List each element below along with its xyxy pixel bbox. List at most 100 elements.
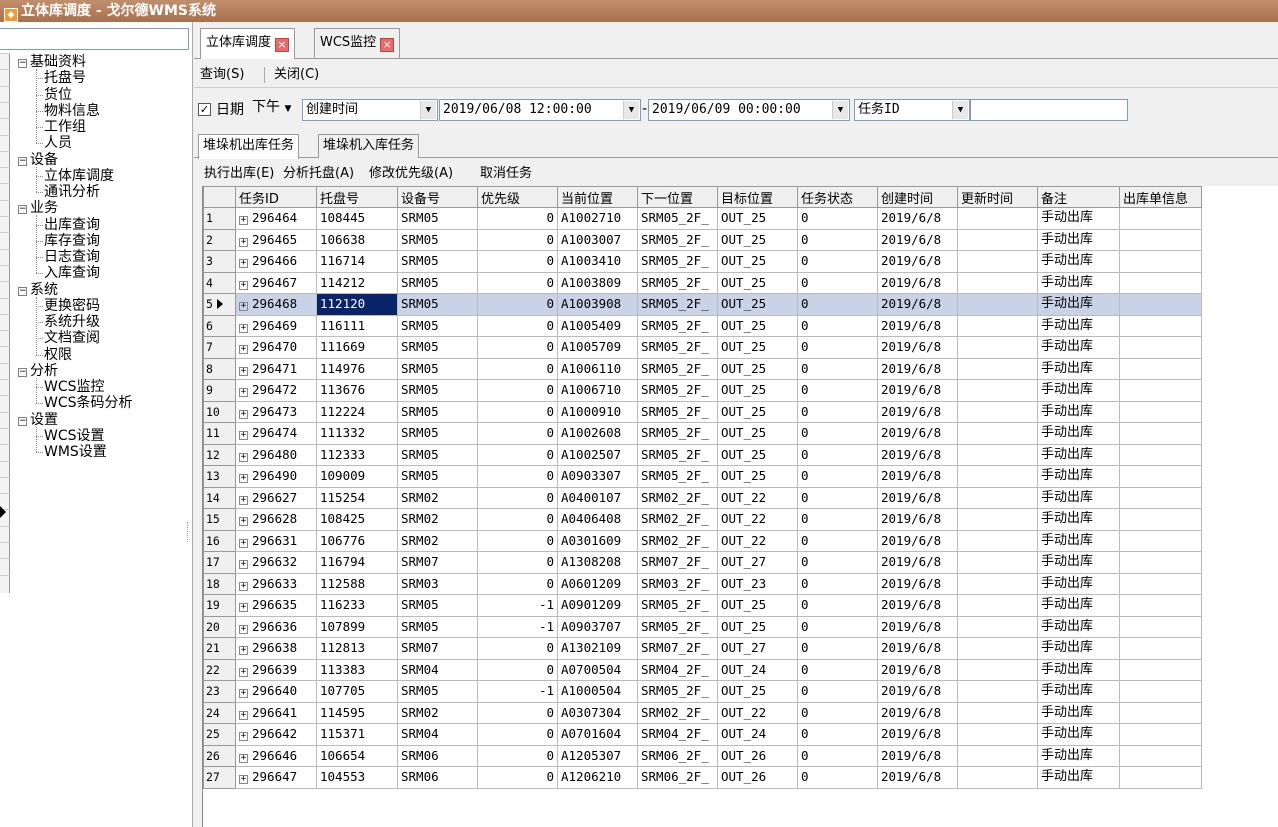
cell-order[interactable] (1119, 443, 1202, 466)
cell-updated[interactable] (957, 637, 1038, 660)
cell-note[interactable]: 手动出库 (1037, 422, 1120, 445)
cell-order[interactable] (1119, 572, 1202, 595)
cell-updated[interactable] (957, 465, 1038, 488)
cell-pri[interactable]: 0 (477, 228, 558, 251)
time-field-select[interactable]: 创建时间 ▼ (302, 99, 438, 121)
cell-status[interactable]: 0 (797, 465, 878, 488)
cell-cur[interactable]: A0903707 (557, 615, 638, 638)
cell-id[interactable]: +296628 (235, 508, 317, 531)
cell-id[interactable]: +296636 (235, 615, 317, 638)
cell-status[interactable]: 0 (797, 551, 878, 574)
cell-order[interactable] (1119, 228, 1202, 251)
close-icon[interactable]: × (380, 38, 395, 52)
cell-target[interactable]: OUT_25 (717, 443, 798, 466)
cell-status[interactable]: 0 (797, 680, 878, 703)
cell-dev[interactable]: SRM05 (397, 336, 478, 359)
cell-note[interactable]: 手动出库 (1037, 572, 1120, 595)
cell-updated[interactable] (957, 766, 1038, 789)
doc-tab[interactable]: 立体库调度 × (200, 28, 296, 59)
collapse-icon[interactable]: − (18, 367, 27, 377)
table-row[interactable]: 2 +296465 106638 SRM05 0 A1003007 SRM05_2F_ OUT… (203, 228, 1202, 251)
cell-status[interactable]: 0 (797, 336, 878, 359)
cell-target[interactable]: OUT_23 (717, 572, 798, 595)
cell-pallet[interactable]: 113676 (316, 379, 398, 402)
cell-target[interactable]: OUT_24 (717, 723, 798, 746)
cell-note[interactable]: 手动出库 (1037, 658, 1120, 681)
cell-cur[interactable]: A1006110 (557, 357, 638, 380)
cell-target[interactable]: OUT_25 (717, 207, 798, 230)
table-row[interactable]: 5 +296468 112120 SRM05 0 A1003908 SRM05_2F_ OUT… (203, 293, 1202, 316)
expand-icon[interactable]: + (239, 689, 248, 699)
cell-order[interactable] (1119, 465, 1202, 488)
cell-id[interactable]: +296466 (235, 250, 317, 273)
cell-cur[interactable]: A0400107 (557, 486, 638, 509)
cell-id[interactable]: +296472 (235, 379, 317, 402)
cell-updated[interactable] (957, 594, 1038, 617)
cell-created[interactable]: 2019/6/8 (877, 250, 958, 273)
cell-status[interactable]: 0 (797, 271, 878, 294)
cell-id[interactable]: +296627 (235, 486, 317, 509)
cell-order[interactable] (1119, 357, 1202, 380)
cell-order[interactable] (1119, 271, 1202, 294)
cell-status[interactable]: 0 (797, 250, 878, 273)
cell-next[interactable]: SRM02_2F_ (637, 529, 718, 552)
cell-note[interactable]: 手动出库 (1037, 314, 1120, 337)
cell-dev[interactable]: SRM06 (397, 766, 478, 789)
cell-dev[interactable]: SRM06 (397, 744, 478, 767)
cell-target[interactable]: OUT_25 (717, 271, 798, 294)
table-row[interactable]: 27 +296647 104553 SRM06 0 A1206210 SRM06_2F_ OU… (203, 766, 1202, 789)
cell-order[interactable] (1119, 250, 1202, 273)
cell-target[interactable]: OUT_26 (717, 766, 798, 789)
cell-pri[interactable]: 0 (477, 422, 558, 445)
expand-icon[interactable]: + (239, 646, 248, 656)
cell-pallet[interactable]: 116233 (316, 594, 398, 617)
cell-updated[interactable] (957, 658, 1038, 681)
cell-pri[interactable]: 0 (477, 723, 558, 746)
cell-order[interactable] (1119, 658, 1202, 681)
expand-icon[interactable]: + (239, 237, 248, 247)
table-row[interactable]: 21 +296638 112813 SRM07 0 A1302109 SRM07_2F_ OU… (203, 637, 1202, 660)
cell-next[interactable]: SRM05_2F_ (637, 594, 718, 617)
table-row[interactable]: 18 +296633 112588 SRM03 0 A0601209 SRM03_2F_ OU… (203, 572, 1202, 595)
table-row[interactable]: 10 +296473 112224 SRM05 0 A1000910 SRM05_2F_ OU… (203, 400, 1202, 423)
cell-pri[interactable]: 0 (477, 572, 558, 595)
cell-id[interactable]: +296464 (235, 207, 317, 230)
cell-pri[interactable]: 0 (477, 701, 558, 724)
cell-id[interactable]: +296640 (235, 680, 317, 703)
table-row[interactable]: 16 +296631 106776 SRM02 0 A0301609 SRM02_2F_ OU… (203, 529, 1202, 552)
cell-note[interactable]: 手动出库 (1037, 207, 1120, 230)
cell-id[interactable]: +296647 (235, 766, 317, 789)
cell-dev[interactable]: SRM02 (397, 529, 478, 552)
cell-pri[interactable]: 0 (477, 744, 558, 767)
cell-note[interactable]: 手动出库 (1037, 357, 1120, 380)
cell-pallet[interactable]: 106638 (316, 228, 398, 251)
cell-order[interactable] (1119, 529, 1202, 552)
cell-target[interactable]: OUT_25 (717, 228, 798, 251)
expand-icon[interactable]: + (239, 517, 248, 527)
table-row[interactable]: 7 +296470 111669 SRM05 0 A1005709 SRM05_2F_ OUT… (203, 336, 1202, 359)
cell-id[interactable]: +296631 (235, 529, 317, 552)
cell-pallet[interactable]: 115371 (316, 723, 398, 746)
cell-updated[interactable] (957, 723, 1038, 746)
cell-updated[interactable] (957, 207, 1038, 230)
cell-pri[interactable]: -1 (477, 680, 558, 703)
cell-order[interactable] (1119, 551, 1202, 574)
column-header[interactable]: 目标位置 (717, 186, 798, 208)
cell-id[interactable]: +296632 (235, 551, 317, 574)
cell-updated[interactable] (957, 572, 1038, 595)
expand-icon[interactable]: + (239, 474, 248, 484)
cell-target[interactable]: OUT_25 (717, 250, 798, 273)
cell-id[interactable]: +296469 (235, 314, 317, 337)
cell-id[interactable]: +296470 (235, 336, 317, 359)
cell-dev[interactable]: SRM07 (397, 637, 478, 660)
cell-next[interactable]: SRM07_2F_ (637, 637, 718, 660)
cell-note[interactable]: 手动出库 (1037, 465, 1120, 488)
cell-note[interactable]: 手动出库 (1037, 293, 1120, 316)
cell-note[interactable]: 手动出库 (1037, 486, 1120, 509)
cell-order[interactable] (1119, 422, 1202, 445)
cell-status[interactable]: 0 (797, 508, 878, 531)
cell-next[interactable]: SRM02_2F_ (637, 508, 718, 531)
cell-order[interactable] (1119, 314, 1202, 337)
cell-cur[interactable]: A1006710 (557, 379, 638, 402)
cell-created[interactable]: 2019/6/8 (877, 701, 958, 724)
